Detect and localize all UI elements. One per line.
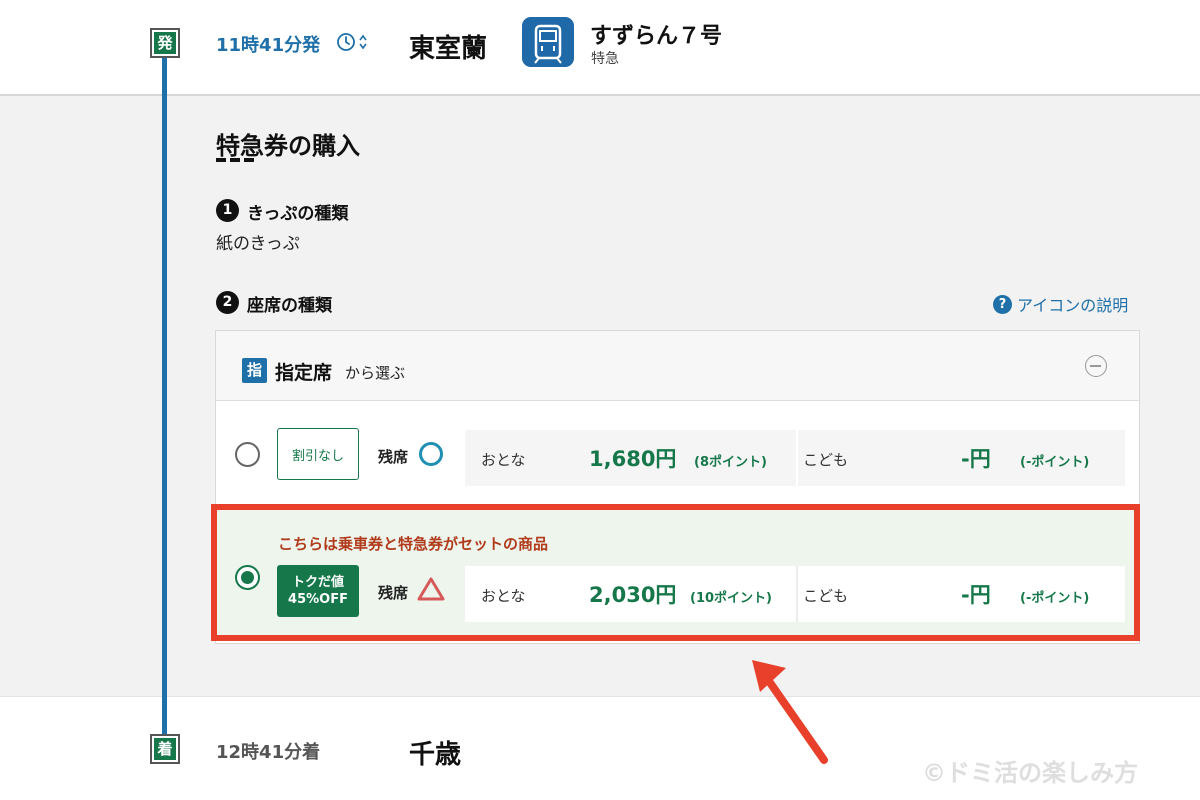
option-1-price-box: おとな 1,680円 (8ポイント) こども -円 (-ポイント) [465,430,1125,486]
tokudane-line1: トクだ値 [291,575,344,590]
minus-circle-icon[interactable] [1085,355,1107,377]
option-1-child-price: -円 [961,447,991,471]
step-1-number: 1 [216,199,239,222]
arrival-badge: 着 [150,734,180,764]
step-1-label: きっぷの種類 [247,204,349,224]
reserved-suffix: から選ぶ [345,364,406,382]
option-2-vacancy-label: 残席 [378,584,409,602]
pointer-arrow-icon [752,660,828,764]
departure-badge-label: 発 [154,32,176,54]
watermark: ©ドミ活の楽しみ方 [922,759,1138,787]
arrival-time: 12時41分着 [216,742,321,763]
no-discount-tag: 割引なし [277,428,359,480]
tokudane-tag: トクだ値 45%OFF [277,565,359,617]
reserved-seat-header[interactable]: 指 指定席 から選ぶ [216,331,1139,401]
option-2-adult-label: おとな [481,587,526,605]
option-2-child-label: こども [803,587,849,605]
option-1-child-points: (-ポイント) [1020,455,1090,470]
ticket-type-value: 紙のきっぷ [216,234,300,254]
option-1-adult-label: おとな [481,451,526,469]
option-1-adult-price: 1,680円 [589,447,677,471]
option-1-vacancy-label: 残席 [378,448,409,466]
option-2-adult-points: (10ポイント) [690,591,772,606]
arrival-badge-label: 着 [154,738,176,760]
train-name: すずらん７号 [590,24,723,49]
arrival-station: 千歳 [409,740,462,770]
price-divider [796,430,798,486]
price-divider [796,566,798,622]
departure-time: 11時41分発 [216,35,321,56]
option-2-child-points: (-ポイント) [1020,591,1090,606]
reserved-title: 指定席 [275,362,333,384]
step-2-label: 座席の種類 [247,296,332,316]
question-circle-icon: ? [993,294,1012,314]
clock-icon[interactable] [336,32,356,52]
option-1-child-label: こども [803,451,849,469]
tokudane-line2: 45%OFF [288,592,348,607]
train-icon [522,17,574,67]
departure-badge: 発 [150,28,180,58]
departure-station: 東室蘭 [409,34,488,64]
option-2-radio[interactable] [235,565,260,590]
step-2-number: 2 [216,291,239,314]
updown-caret-icon[interactable] [358,32,368,52]
reserved-badge: 指 [242,358,267,383]
triangle-few-left-icon [417,577,445,601]
option-2-price-box: おとな 2,030円 (10ポイント) こども -円 (-ポイント) [465,566,1125,622]
page-title: 特急券の購入 [216,132,360,160]
option-1-radio[interactable] [235,442,260,467]
icon-help-link[interactable]: ? アイコンの説明 [993,292,1128,316]
route-line [162,56,167,736]
title-underline [216,158,254,162]
no-discount-label: 割引なし [291,448,344,464]
option-2-adult-price: 2,030円 [589,583,677,607]
option-2-child-price: -円 [961,583,991,607]
option-1-adult-points: (8ポイント) [694,455,767,470]
set-product-note: こちらは乗車券と特急券がセットの商品 [278,535,549,553]
circle-available-icon [419,442,443,466]
icon-help-text: アイコンの説明 [1017,296,1129,315]
train-type: 特急 [591,51,619,67]
